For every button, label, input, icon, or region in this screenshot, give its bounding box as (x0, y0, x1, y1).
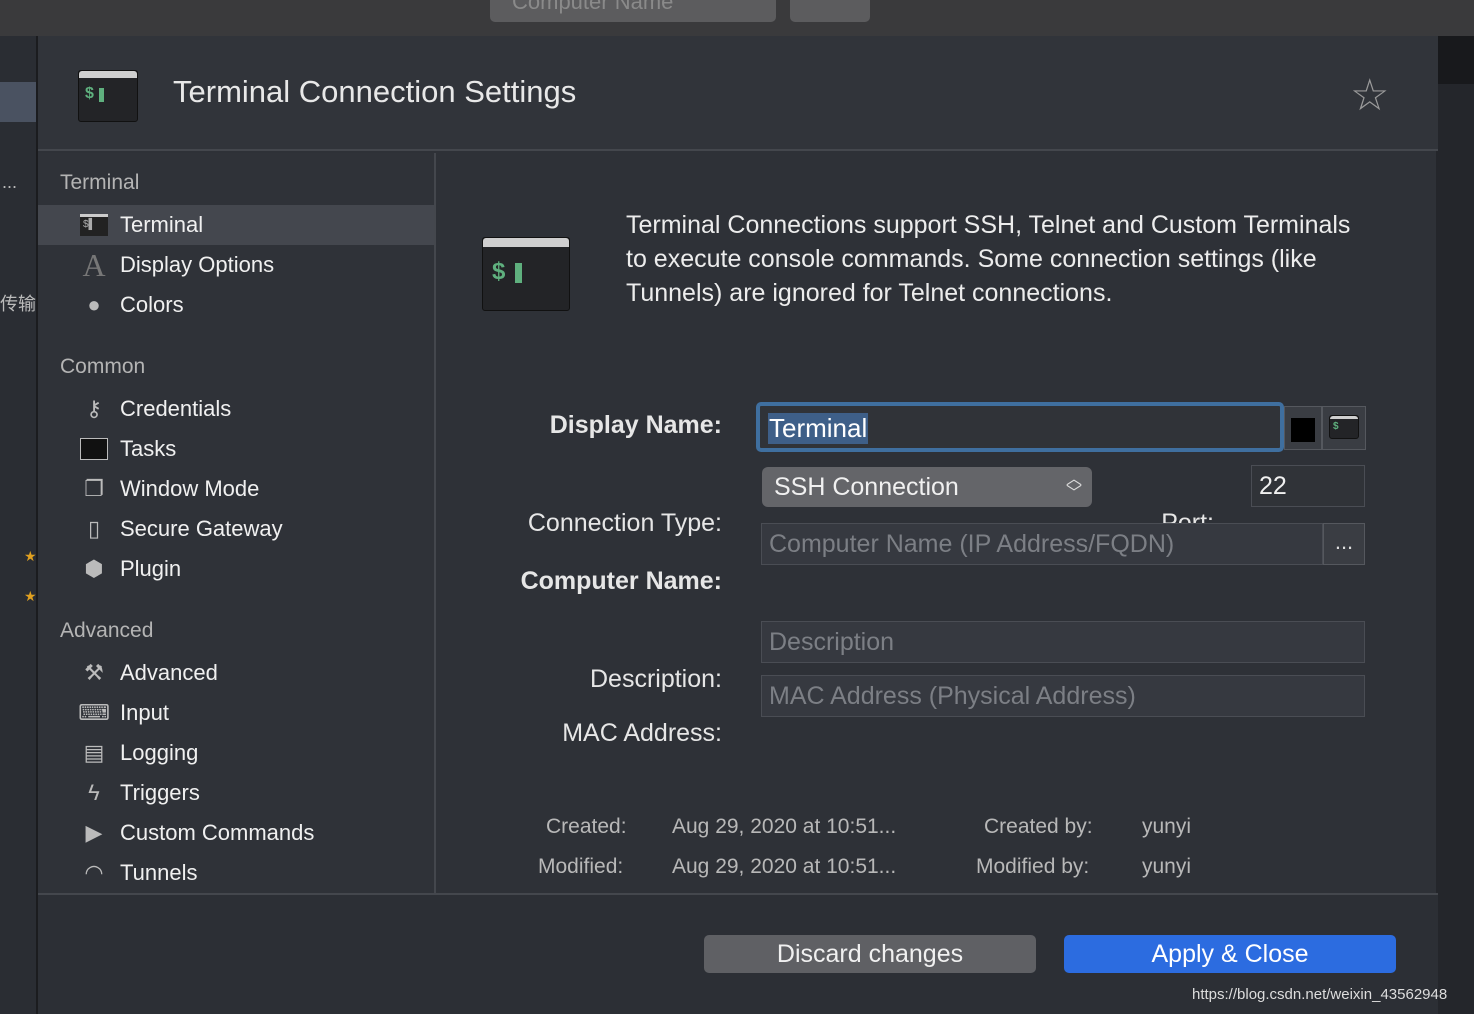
sidebar-item-custom-commands[interactable]: ▶ Custom Commands (38, 813, 434, 853)
connection-type-label: Connection Type: (527, 509, 722, 537)
sidebar-item-window-mode[interactable]: ❐ Window Mode (38, 469, 434, 509)
key-icon: ⚷ (85, 396, 103, 421)
gateway-icon: ▯ (87, 516, 101, 541)
description-text: Terminal Connections support SSH, Telnet… (626, 211, 1351, 307)
sidebar-item-advanced[interactable]: ⚒ Advanced (38, 653, 434, 693)
background-text: 传输 (0, 294, 36, 314)
sidebar-item-label: Display Options (120, 252, 275, 277)
plugin-icon: ⬢ (84, 556, 104, 581)
background-selected-row (0, 82, 36, 122)
colors-icon: ● (87, 292, 101, 317)
background-star-icon: ★ (24, 548, 37, 564)
sidebar-item-plugin[interactable]: ⬢ Plugin (38, 549, 434, 589)
tunnels-icon: ◠ (84, 860, 104, 885)
discard-changes-button[interactable]: Discard changes (704, 935, 1036, 973)
sidebar-item-colors[interactable]: ● Colors (38, 285, 434, 325)
sidebar-item-tasks[interactable]: Tasks (38, 429, 434, 469)
sidebar-item-tunnels[interactable]: ◠ Tunnels (38, 853, 434, 893)
sidebar-item-display-options[interactable]: A Display Options (38, 245, 434, 285)
background-toolbar: Computer Name (0, 0, 1474, 36)
description-label: Description: (590, 665, 722, 693)
sidebar-item-logging[interactable]: ▤ Logging (38, 733, 434, 773)
mac-address-input[interactable]: MAC Address (Physical Address) (761, 675, 1365, 717)
modified-by-value: yunyi (1142, 855, 1192, 878)
created-by-label: Created by: (984, 815, 1093, 838)
settings-main: $ Terminal Connections support SSH, Teln… (438, 153, 1438, 893)
sidebar-item-label: Colors (120, 292, 184, 317)
mac-address-label: MAC Address: (562, 719, 722, 747)
sidebar-item-label: Credentials (120, 396, 232, 421)
sidebar: Terminal $▌ Terminal A Display Options ● Co… (38, 153, 436, 893)
sidebar-item-label: Advanced (120, 660, 218, 685)
sidebar-item-label: Window Mode (120, 476, 260, 501)
modified-by-label: Modified by: (976, 855, 1090, 878)
description-input[interactable]: Description (761, 621, 1365, 663)
color-swatch-button[interactable] (1284, 406, 1322, 450)
icon-picker-button[interactable]: $ (1322, 406, 1366, 450)
background-left-panel: ... 传输 ★ ★ (0, 36, 37, 1014)
terminal-icon: $ (78, 70, 138, 122)
modified-label: Modified: (538, 855, 624, 878)
sidebar-section-advanced: Advanced (60, 619, 154, 642)
font-icon: A (82, 246, 106, 283)
sidebar-item-label: Tasks (120, 436, 177, 461)
computer-name-label: Computer Name: (520, 567, 722, 595)
display-name-input[interactable]: Terminal (756, 402, 1284, 452)
sidebar-item-label: Logging (120, 740, 199, 765)
terminal-icon: $▌ (78, 210, 110, 240)
tasks-icon (78, 434, 110, 464)
background-play-button (790, 0, 870, 22)
page-title: Terminal Connection Settings (173, 74, 577, 109)
sidebar-item-label: Terminal (120, 212, 204, 237)
dialog-header: $ Terminal Connection Settings ☆ (38, 36, 1438, 151)
browse-button[interactable]: ... (1323, 523, 1365, 565)
keyboard-icon: ⌨ (78, 700, 110, 725)
custom-commands-icon: ▶ (85, 820, 103, 845)
terminal-icon: $ (482, 237, 570, 311)
sidebar-item-secure-gateway[interactable]: ▯ Secure Gateway (38, 509, 434, 549)
triggers-icon: ϟ (88, 780, 100, 805)
sidebar-item-terminal[interactable]: $▌ Terminal (38, 205, 434, 245)
logging-icon: ▤ (83, 740, 105, 765)
sidebar-item-label: Tunnels (120, 860, 198, 885)
connection-type-select[interactable]: SSH Connection ︿ ﹀ (762, 467, 1092, 507)
sidebar-item-label: Secure Gateway (120, 516, 283, 541)
background-star-icon: ★ (24, 588, 37, 604)
star-outline-icon[interactable]: ☆ (1350, 70, 1389, 121)
watermark: https://blog.csdn.net/weixin_43562948 (1192, 986, 1448, 1003)
tools-icon: ⚒ (84, 660, 104, 685)
sidebar-item-input[interactable]: ⌨ Input (38, 693, 434, 733)
sidebar-item-label: Triggers (120, 780, 200, 805)
sidebar-item-label: Custom Commands (120, 820, 315, 845)
chevron-up-down-icon: ︿ ﹀ (1065, 471, 1082, 502)
display-name-label: Display Name: (549, 411, 722, 439)
port-input[interactable]: 22 (1251, 465, 1365, 507)
settings-dialog: $ Terminal Connection Settings ☆ Termina… (36, 36, 1438, 1014)
sidebar-item-triggers[interactable]: ϟ Triggers (38, 773, 434, 813)
computer-name-input[interactable]: Computer Name (IP Address/FQDN) (761, 523, 1323, 565)
terminal-icon: $ (1329, 415, 1359, 439)
background-right-panel (1436, 36, 1474, 1014)
modified-value: Aug 29, 2020 at 10:51... (672, 855, 897, 878)
background-computer-name-field: Computer Name (490, 0, 776, 22)
created-by-value: yunyi (1142, 815, 1192, 838)
created-label: Created: (546, 815, 627, 838)
apply-close-button[interactable]: Apply & Close (1064, 935, 1396, 973)
sidebar-section-terminal: Terminal (60, 171, 140, 194)
sidebar-item-credentials[interactable]: ⚷ Credentials (38, 389, 434, 429)
created-value: Aug 29, 2020 at 10:51... (672, 815, 897, 838)
sidebar-section-common: Common (60, 355, 146, 378)
background-ellipsis: ... (2, 172, 18, 192)
sidebar-item-label: Input (120, 700, 169, 725)
window-icon: ❐ (84, 476, 104, 501)
sidebar-item-label: Plugin (120, 556, 182, 581)
